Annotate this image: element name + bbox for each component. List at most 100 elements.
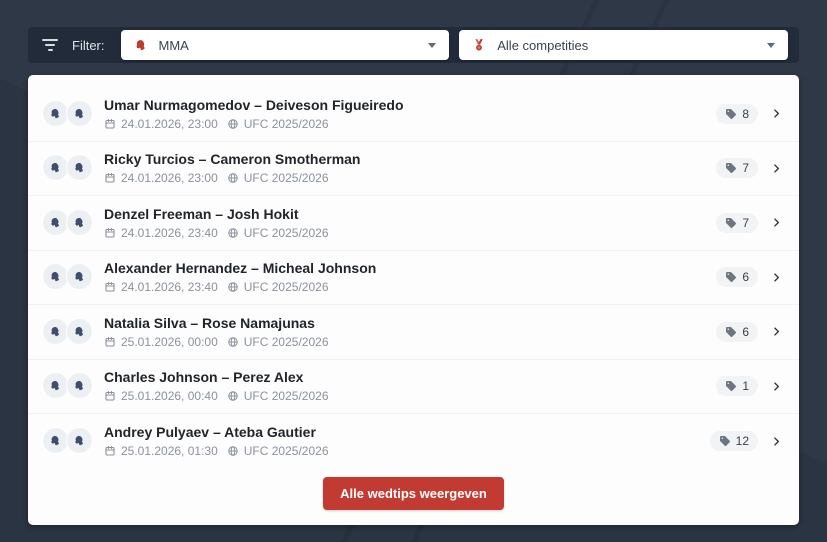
tips-count: 12	[736, 434, 749, 448]
match-datetime: 25.01.2026, 00:40	[121, 389, 218, 403]
calendar-icon	[104, 118, 116, 130]
tips-count-badge: 7	[716, 158, 758, 178]
tag-icon	[725, 162, 737, 174]
row-right: 12	[710, 431, 782, 451]
globe-icon	[227, 172, 239, 184]
row-right: 8	[716, 104, 782, 124]
page: Filter: MMA Alle compet	[0, 0, 827, 525]
match-competition: UFC 2025/2026	[244, 226, 329, 240]
chevron-right-icon[interactable]	[771, 381, 782, 392]
boxing-glove-icon	[134, 38, 148, 52]
match-meta: 25.01.2026, 00:40 UFC 2025/2026	[104, 389, 716, 403]
globe-icon	[227, 445, 239, 457]
match-row[interactable]: Denzel Freeman – Josh Hokit 24.01.2026, …	[28, 196, 799, 251]
sport-select[interactable]: MMA	[121, 30, 450, 60]
match-meta: 25.01.2026, 01:30 UFC 2025/2026	[104, 444, 710, 458]
tips-count: 6	[742, 325, 749, 339]
match-title: Ricky Turcios – Cameron Smotherman	[104, 151, 716, 167]
competition-select-value: Alle competities	[497, 38, 588, 53]
avatar	[66, 100, 93, 127]
calendar-icon	[104, 172, 116, 184]
show-all-tips-button[interactable]: Alle wedtips weergeven	[323, 477, 504, 510]
match-meta: 24.01.2026, 23:40 UFC 2025/2026	[104, 280, 716, 294]
row-right: 6	[716, 322, 782, 342]
match-info: Ricky Turcios – Cameron Smotherman 24.01…	[104, 151, 716, 185]
match-row[interactable]: Charles Johnson – Perez Alex 25.01.2026,…	[28, 360, 799, 415]
chevron-down-icon	[767, 43, 775, 48]
avatar	[42, 372, 69, 399]
boxing-glove-icon	[49, 216, 62, 229]
chevron-right-icon[interactable]	[771, 217, 782, 228]
boxing-glove-icon	[49, 325, 62, 338]
globe-icon	[227, 390, 239, 402]
tips-count-badge: 7	[716, 213, 758, 233]
match-info: Alexander Hernandez – Micheal Johnson 24…	[104, 260, 716, 294]
calendar-icon	[104, 281, 116, 293]
avatar	[66, 154, 93, 181]
avatar	[66, 372, 93, 399]
match-meta: 24.01.2026, 23:40 UFC 2025/2026	[104, 226, 716, 240]
match-info: Natalia Silva – Rose Namajunas 25.01.202…	[104, 315, 716, 349]
filter-bar: Filter: MMA Alle compet	[28, 27, 799, 63]
chevron-right-icon[interactable]	[771, 436, 782, 447]
match-title: Charles Johnson – Perez Alex	[104, 369, 716, 385]
match-meta: 24.01.2026, 23:00 UFC 2025/2026	[104, 171, 716, 185]
match-row[interactable]: Natalia Silva – Rose Namajunas 25.01.202…	[28, 305, 799, 360]
row-right: 7	[716, 158, 782, 178]
match-row[interactable]: Andrey Pulyaev – Ateba Gautier 25.01.202…	[28, 414, 799, 469]
avatar	[66, 209, 93, 236]
boxing-glove-icon	[49, 107, 62, 120]
tag-icon	[725, 108, 737, 120]
boxing-glove-icon	[49, 161, 62, 174]
tips-count-badge: 1	[716, 376, 758, 396]
match-row[interactable]: Alexander Hernandez – Micheal Johnson 24…	[28, 251, 799, 306]
calendar-icon	[104, 227, 116, 239]
competition-select[interactable]: Alle competities	[459, 30, 788, 60]
tips-count-badge: 8	[716, 104, 758, 124]
match-competition: UFC 2025/2026	[244, 117, 329, 131]
boxing-glove-icon	[73, 270, 86, 283]
match-row[interactable]: Umar Nurmagomedov – Deiveson Figueiredo …	[28, 87, 799, 142]
avatar	[42, 427, 69, 454]
match-info: Denzel Freeman – Josh Hokit 24.01.2026, …	[104, 206, 716, 240]
match-datetime: 24.01.2026, 23:40	[121, 226, 218, 240]
tips-count-badge: 6	[716, 267, 758, 287]
calendar-icon	[104, 390, 116, 402]
row-right: 7	[716, 213, 782, 233]
fighter-avatars	[42, 318, 94, 346]
globe-icon	[227, 336, 239, 348]
chevron-right-icon[interactable]	[771, 163, 782, 174]
match-title: Umar Nurmagomedov – Deiveson Figueiredo	[104, 97, 716, 113]
chevron-down-icon	[428, 43, 436, 48]
match-info: Charles Johnson – Perez Alex 25.01.2026,…	[104, 369, 716, 403]
filter-label: Filter:	[72, 38, 105, 53]
boxing-glove-icon	[73, 434, 86, 447]
tips-count-badge: 12	[710, 431, 758, 451]
match-info: Umar Nurmagomedov – Deiveson Figueiredo …	[104, 97, 716, 131]
boxing-glove-icon	[49, 434, 62, 447]
match-row[interactable]: Ricky Turcios – Cameron Smotherman 24.01…	[28, 142, 799, 197]
tips-count: 1	[742, 379, 749, 393]
tips-count: 6	[742, 270, 749, 284]
avatar	[66, 263, 93, 290]
chevron-right-icon[interactable]	[771, 326, 782, 337]
tips-count-badge: 6	[716, 322, 758, 342]
chevron-right-icon[interactable]	[771, 108, 782, 119]
match-list: Umar Nurmagomedov – Deiveson Figueiredo …	[28, 87, 799, 469]
chevron-right-icon[interactable]	[771, 272, 782, 283]
avatar	[42, 318, 69, 345]
fighter-avatars	[42, 154, 94, 182]
tag-icon	[725, 217, 737, 229]
row-right: 1	[716, 376, 782, 396]
boxing-glove-icon	[73, 216, 86, 229]
match-datetime: 24.01.2026, 23:40	[121, 280, 218, 294]
fighter-avatars	[42, 427, 94, 455]
match-competition: UFC 2025/2026	[244, 335, 329, 349]
fighter-avatars	[42, 263, 94, 291]
match-competition: UFC 2025/2026	[244, 444, 329, 458]
boxing-glove-icon	[73, 325, 86, 338]
match-datetime: 24.01.2026, 23:00	[121, 117, 218, 131]
avatar	[42, 263, 69, 290]
fighter-avatars	[42, 100, 94, 128]
avatar	[66, 318, 93, 345]
